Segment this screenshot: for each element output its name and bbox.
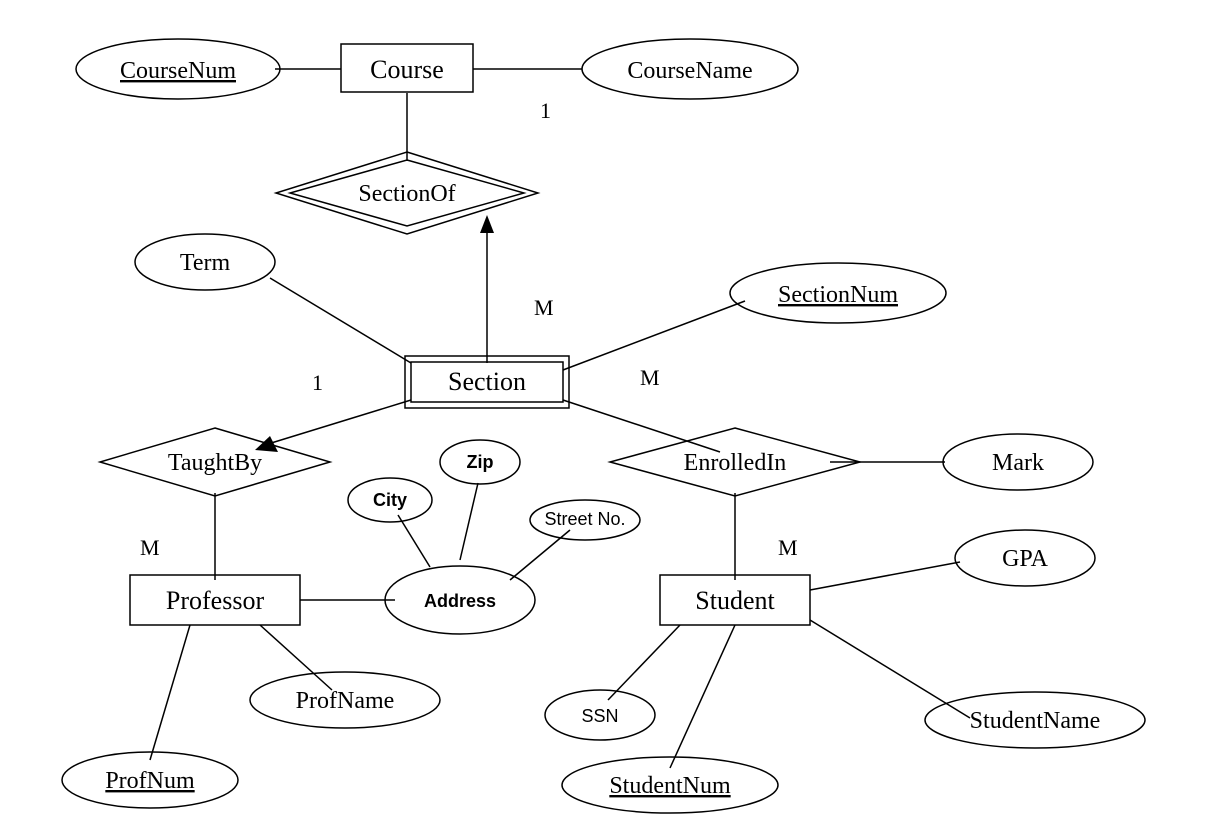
entity-professor: Professor [130,575,300,625]
card-sectionof-section: M [534,295,554,320]
attr-term: Term [135,234,275,290]
entity-section: Section [405,356,569,408]
attr-coursename-label: CourseName [627,58,752,84]
attr-sectionnum-label: SectionNum [778,282,898,308]
attr-gpa: GPA [955,530,1095,586]
attr-address: Address [385,566,535,634]
attr-term-label: Term [180,250,231,276]
attr-mark: Mark [943,434,1093,490]
card-taughtby-professor: M [140,535,160,560]
attr-mark-label: Mark [992,450,1044,476]
card-section-taughtby: 1 [312,370,323,395]
attr-coursenum-label: CourseNum [120,58,236,84]
er-diagram: Course Section Professor Student Section… [0,0,1211,825]
attr-studentnum-label: StudentNum [609,773,731,799]
entity-student-label: Student [695,586,775,615]
attr-studentname-label: StudentName [970,708,1101,734]
entity-professor-label: Professor [166,586,265,615]
attr-streetno-label: Street No. [544,509,625,529]
attr-profname-label: ProfName [296,688,395,714]
attr-coursename: CourseName [582,39,798,99]
attr-profname: ProfName [250,672,440,728]
attr-ssn: SSN [545,690,655,740]
attr-city-label: City [373,490,407,510]
relationship-sectionof-label: SectionOf [358,181,455,207]
relationship-enrolledin: EnrolledIn [610,428,860,496]
attr-zip: Zip [440,440,520,484]
attr-profnum-label: ProfNum [105,768,195,794]
card-course-sectionof: 1 [540,98,551,123]
attr-streetno: Street No. [530,500,640,540]
relationship-enrolledin-label: EnrolledIn [684,450,787,476]
attr-sectionnum: SectionNum [730,263,946,323]
attr-gpa-label: GPA [1002,546,1048,572]
card-enrolledin-student: M [778,535,798,560]
relationship-sectionof: SectionOf [276,152,538,234]
attr-city: City [348,478,432,522]
entity-section-label: Section [448,367,526,396]
entity-course-label: Course [370,55,444,84]
attr-profnum: ProfNum [62,752,238,808]
attr-address-label: Address [424,591,496,611]
relationship-taughtby: TaughtBy [100,428,330,496]
attr-zip-label: Zip [467,452,494,472]
relationship-taughtby-label: TaughtBy [168,450,262,476]
attr-ssn-label: SSN [581,706,618,726]
attr-studentname: StudentName [925,692,1145,748]
attr-coursenum: CourseNum [76,39,280,99]
entity-student: Student [660,575,810,625]
entity-course: Course [341,44,473,92]
attr-studentnum: StudentNum [562,757,778,813]
card-section-enrolledin: M [640,365,660,390]
